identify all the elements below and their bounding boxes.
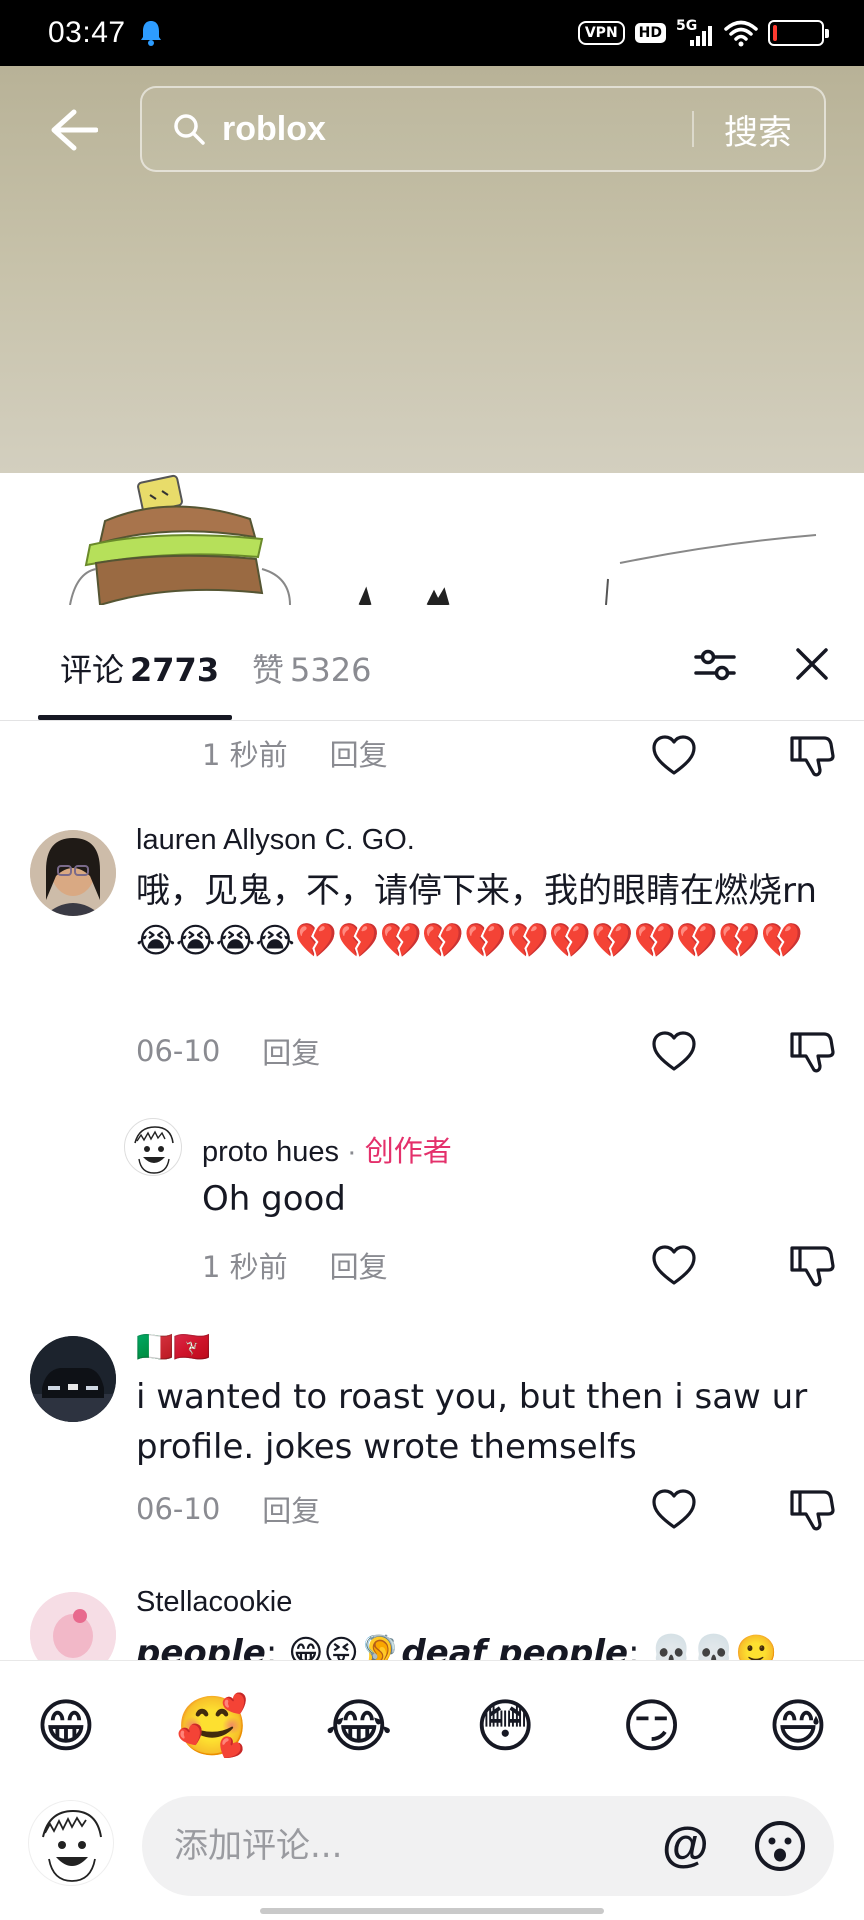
back-button[interactable] [44, 100, 104, 160]
avatar[interactable] [30, 830, 116, 916]
reply-button[interactable]: 回复 [262, 1030, 320, 1072]
cartoon-drawing [69, 474, 817, 605]
emoji-tears-of-joy-button[interactable]: 😂 [323, 1690, 395, 1762]
comment-meta: 06-10 回复 [136, 1488, 320, 1530]
heart-icon[interactable] [650, 1486, 698, 1534]
tab-likes[interactable]: 赞 5326 [252, 645, 371, 691]
heart-icon[interactable] [650, 1242, 698, 1290]
emoji-hearts-button[interactable]: 🥰 [176, 1690, 248, 1762]
search-query[interactable]: roblox [222, 110, 326, 149]
my-avatar[interactable] [28, 1800, 114, 1886]
creator-avatar-drawing [134, 1126, 174, 1174]
comment-text: i wanted to roast you, but then i saw ur… [136, 1377, 808, 1467]
reply-button[interactable]: 回复 [330, 1244, 388, 1286]
likes-count: 5326 [290, 651, 372, 689]
dislike-icon[interactable] [788, 732, 836, 780]
comment-username[interactable]: proto hues [202, 1136, 339, 1168]
heart-icon[interactable] [650, 732, 698, 780]
dislike-icon[interactable] [788, 1486, 836, 1534]
avatar[interactable] [30, 1336, 116, 1422]
comment-input[interactable] [174, 1826, 594, 1866]
search-icon [174, 114, 205, 145]
comment-username[interactable]: 🇮🇹🇮🇲 [136, 1330, 211, 1365]
comment-username[interactable]: lauren Allyson C. GO. [136, 824, 415, 857]
car-photo [30, 1336, 116, 1422]
battery-icon [768, 20, 829, 46]
cellular-signal-icon: 5G [676, 18, 714, 48]
emoji-smirk-button[interactable]: 😏 [616, 1690, 688, 1762]
notification-icon [140, 21, 161, 46]
comment-text: 哦，见鬼，不，请停下来，我的眼睛在燃烧rn😭😭😭😭💔💔💔💔💔💔💔💔💔💔💔💔 [136, 871, 817, 961]
comments-count: 2773 [130, 651, 220, 689]
emoji-flushed-button[interactable]: 😳 [469, 1690, 541, 1762]
mention-icon[interactable]: @ [662, 1820, 709, 1872]
back-arrow-icon [51, 109, 98, 151]
filter-icon[interactable] [690, 640, 740, 690]
status-bar: 03:47 VPN HD 5G [0, 0, 864, 66]
comment-username[interactable]: Stellacookie [136, 1586, 292, 1619]
reply-button[interactable]: 回复 [262, 1488, 320, 1530]
comment-time: 1 秒前 [202, 1250, 288, 1284]
comments-list[interactable]: 1 秒前 回复 lauren Allyson C. GO. 哦，见鬼，不，请停下… [0, 722, 864, 1660]
comment-text: Oh good [202, 1179, 346, 1219]
creator-badge: 创作者 [364, 1136, 452, 1168]
emoji-quick-bar: 😁 🥰 😂 😳 😏 😅 [0, 1660, 864, 1790]
emoji-sweat-smile-button[interactable]: 😅 [762, 1690, 834, 1762]
search-bar[interactable]: roblox 搜索 [140, 86, 826, 172]
close-icon[interactable] [790, 642, 834, 686]
vpn-icon: VPN [577, 21, 625, 45]
video-illustration[interactable] [0, 473, 864, 605]
comment-date: 06-10 [136, 1492, 221, 1526]
dislike-icon[interactable] [788, 1028, 836, 1076]
reply-meta: 1 秒前 回复 [202, 732, 388, 774]
user-photo [30, 830, 116, 916]
comment-text: people: 😁😝🦻deaf people: 💀💀🙂 [136, 1633, 778, 1660]
home-indicator[interactable] [260, 1908, 604, 1914]
active-tab-indicator [38, 715, 232, 720]
emoji-picker-icon[interactable] [754, 1820, 806, 1872]
hd-icon: HD [634, 23, 666, 43]
avatar[interactable] [124, 1118, 182, 1176]
pink-avatar-drawing [30, 1592, 116, 1660]
reply-button[interactable]: 回复 [330, 732, 388, 774]
emoji-grinning-button[interactable]: 😁 [30, 1690, 102, 1762]
my-avatar-drawing [42, 1809, 102, 1882]
heart-icon[interactable] [650, 1028, 698, 1076]
wifi-icon [724, 20, 758, 47]
tab-comments[interactable]: 评论 2773 [60, 645, 219, 691]
comment-input-box[interactable]: @ [142, 1796, 834, 1896]
search-button[interactable]: 搜索 [694, 105, 824, 154]
comment-time: 1 秒前 [202, 738, 288, 772]
comment-meta: 1 秒前 回复 [202, 1244, 388, 1286]
avatar[interactable] [30, 1592, 116, 1660]
comment-meta: 06-10 回复 [136, 1030, 320, 1072]
status-time: 03:47 [48, 16, 126, 49]
dislike-icon[interactable] [788, 1242, 836, 1290]
comment-username-row: proto hues · 创作者 [202, 1136, 452, 1168]
comment-date: 06-10 [136, 1034, 221, 1068]
